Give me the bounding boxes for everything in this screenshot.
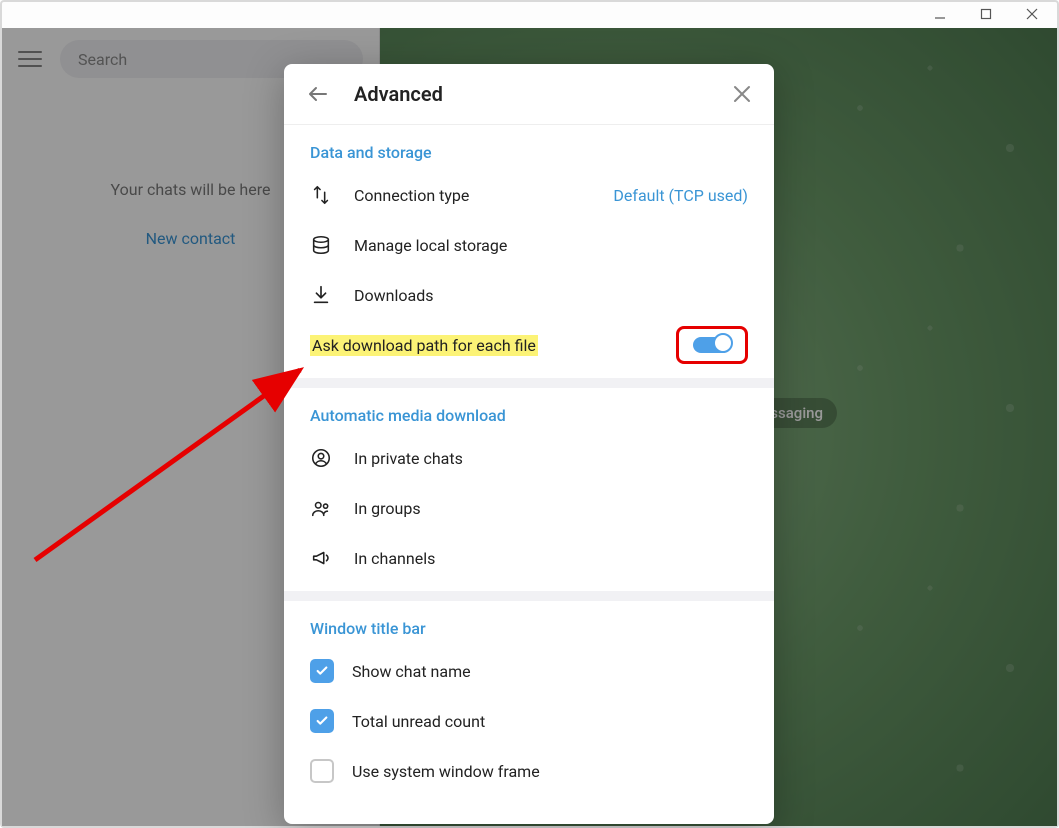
row-ask-download-path[interactable]: Ask download path for each file <box>310 320 748 370</box>
megaphone-icon <box>310 547 332 569</box>
total-unread-count-checkbox[interactable] <box>310 709 334 733</box>
manage-local-storage-label: Manage local storage <box>354 236 748 255</box>
row-show-chat-name[interactable]: Show chat name <box>310 646 748 696</box>
row-connection-type[interactable]: Connection type Default (TCP used) <box>310 170 748 220</box>
total-unread-count-label: Total unread count <box>352 712 748 731</box>
row-in-groups[interactable]: In groups <box>310 483 748 533</box>
ask-download-path-label: Ask download path for each file <box>310 335 538 356</box>
storage-icon <box>310 234 332 256</box>
row-downloads[interactable]: Downloads <box>310 270 748 320</box>
connection-type-value: Default (TCP used) <box>613 186 748 205</box>
person-icon <box>310 447 332 469</box>
section-title-auto-media: Automatic media download <box>310 406 748 425</box>
section-separator <box>284 591 774 601</box>
row-in-private-chats[interactable]: In private chats <box>310 433 748 483</box>
annotation-highlight-box <box>676 326 748 364</box>
show-chat-name-checkbox[interactable] <box>310 659 334 683</box>
back-arrow-icon[interactable] <box>306 82 330 106</box>
section-separator <box>284 378 774 388</box>
section-title-window-titlebar: Window title bar <box>310 619 748 638</box>
in-private-chats-label: In private chats <box>354 449 748 468</box>
section-title-data-storage: Data and storage <box>310 143 748 162</box>
in-groups-label: In groups <box>354 499 748 518</box>
show-chat-name-label: Show chat name <box>352 662 748 681</box>
use-system-window-frame-checkbox[interactable] <box>310 759 334 783</box>
row-in-channels[interactable]: In channels <box>310 533 748 583</box>
row-manage-local-storage[interactable]: Manage local storage <box>310 220 748 270</box>
row-total-unread-count[interactable]: Total unread count <box>310 696 748 746</box>
row-use-system-window-frame[interactable]: Use system window frame <box>310 746 748 796</box>
group-icon <box>310 497 332 519</box>
download-icon <box>310 284 332 306</box>
in-channels-label: In channels <box>354 549 748 568</box>
ask-download-path-toggle[interactable] <box>693 337 731 353</box>
advanced-settings-modal: Advanced Data and storage Connection typ… <box>284 64 774 824</box>
use-system-window-frame-label: Use system window frame <box>352 762 748 781</box>
connection-type-icon <box>310 184 332 206</box>
downloads-label: Downloads <box>354 286 748 305</box>
close-icon[interactable] <box>732 84 752 104</box>
connection-type-label: Connection type <box>354 186 613 205</box>
modal-title: Advanced <box>354 82 708 106</box>
